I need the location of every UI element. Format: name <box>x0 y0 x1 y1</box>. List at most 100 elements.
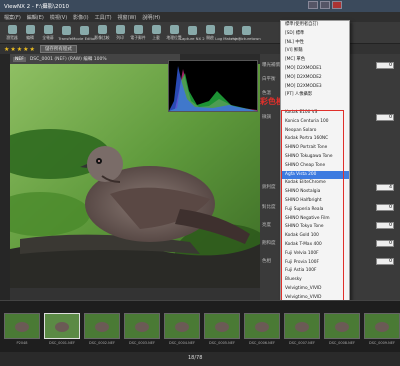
dropdown-item[interactable]: [MO] D2XMODE1 <box>281 65 349 74</box>
minimize-icon[interactable] <box>308 1 318 9</box>
dropdown-item[interactable]: SHINO Tokyo Tone <box>281 223 349 232</box>
dropdown-item[interactable]: Fuji Provia 100F <box>281 259 349 268</box>
picturetown-button[interactable]: my Picturetown <box>231 22 261 44</box>
movie-editor-button[interactable]: Movie Editor <box>72 22 96 44</box>
upload-icon <box>151 25 161 34</box>
dropdown-item[interactable]: SHINO Halfbright <box>281 197 349 206</box>
contrast-input[interactable]: 0 <box>376 204 394 211</box>
dropdown-item[interactable]: Kodak T-Max 400 <box>281 241 349 250</box>
dropdown-item[interactable]: Neopan Solaro <box>281 127 349 136</box>
print-button[interactable]: 列印 <box>111 22 129 44</box>
dropdown-item[interactable]: Kodak Gold 100 <box>281 232 349 241</box>
compare-button[interactable]: 影像比較 <box>93 22 111 44</box>
saturation-input[interactable]: 0 <box>376 240 394 247</box>
dropdown-item[interactable]: [MC] 單色 <box>281 56 349 65</box>
edit-icon <box>25 25 35 34</box>
thumbnail-bird <box>375 322 389 332</box>
menu-window[interactable]: 視窗(W) <box>118 14 137 21</box>
thumbnail-label: DSC_0001.NEF <box>49 341 75 345</box>
thumbnail-bird <box>95 322 109 332</box>
window-titlebar: ViewNX 2 - F:\攝影\2010 <box>0 0 400 12</box>
viewer-statusbar <box>10 288 260 300</box>
exposure-input[interactable]: 0 <box>376 62 394 69</box>
dropdown-item[interactable]: Kodak E100 VS <box>281 109 349 118</box>
window-title: ViewNX 2 - F:\攝影\2010 <box>4 4 69 10</box>
dropdown-item[interactable]: 標準(使用者自訂) <box>281 21 349 30</box>
browser-button[interactable]: 瀏覽器 <box>3 22 21 44</box>
dropdown-item[interactable]: SHINO Portrait Tone <box>281 144 349 153</box>
fullscreen-button[interactable]: 全螢幕 <box>39 22 57 44</box>
transfer-button[interactable]: Transfer <box>57 22 75 44</box>
thumbnail[interactable] <box>124 313 160 339</box>
dropdown-item[interactable]: [MO] D2XMODE3 <box>281 83 349 92</box>
dropdown-item[interactable]: Kodak Portra 160NC <box>281 135 349 144</box>
geotag-button[interactable]: 地理位置 <box>165 22 183 44</box>
maximize-icon[interactable] <box>320 1 330 9</box>
thumbnail-bird <box>215 322 229 332</box>
dropdown-item[interactable]: Fuji Astia 100F <box>281 267 349 276</box>
thumbnail-bird <box>135 322 149 332</box>
save-all-button[interactable]: 儲存所有程式 <box>39 45 77 53</box>
log-matching-button[interactable]: Log Matching <box>215 22 241 44</box>
left-collapsed-panel[interactable] <box>0 54 10 300</box>
thumbnail-label: DSC_0004.NEF <box>169 341 195 345</box>
thumbnail[interactable] <box>284 313 320 339</box>
thumbnail[interactable] <box>324 313 360 339</box>
menu-edit[interactable]: 編輯(E) <box>27 14 44 21</box>
dropdown-item[interactable]: Kodak EliteChrome <box>281 179 349 188</box>
dropdown-item[interactable]: SHINO Negative Film <box>281 215 349 224</box>
thumbnail[interactable] <box>164 313 200 339</box>
menu-tools[interactable]: 工具(T) <box>95 14 112 21</box>
dropdown-item[interactable]: Fuji Velvia 100F <box>281 250 349 259</box>
cloud-icon <box>241 25 251 35</box>
thumbnail-label: DSC_0009.NEF <box>369 341 395 345</box>
thumbnail[interactable] <box>44 313 80 339</box>
menu-help[interactable]: 說明(H) <box>142 14 160 21</box>
capture-nx-button[interactable]: Capture NX 2 <box>179 22 205 44</box>
thumbnail-bird <box>295 322 309 332</box>
dropdown-item[interactable]: Fuji Superia Reala <box>281 206 349 215</box>
dropdown-item[interactable]: Agfa Vista 200 <box>281 170 349 180</box>
thumbnail[interactable] <box>364 313 400 339</box>
thumbnail-label: DSC_0003.NEF <box>129 341 155 345</box>
menu-image[interactable]: 影像(I) <box>73 14 88 21</box>
thumbnail[interactable] <box>84 313 120 339</box>
menu-view[interactable]: 檢視(V) <box>50 14 67 21</box>
close-icon[interactable] <box>332 1 342 9</box>
email-icon <box>133 25 143 34</box>
dropdown-item[interactable]: [SD] 標準 <box>281 30 349 39</box>
thumbnail[interactable] <box>204 313 240 339</box>
dropdown-item[interactable]: [MO] D2XMODE2 <box>281 74 349 83</box>
picture-control-dropdown[interactable]: 標準(使用者自訂) [SD] 標準 [NL] 中性 [VI] 鮮豔 [MC] 單色 [MO… <box>280 20 350 352</box>
open-icon <box>205 25 215 34</box>
dropdown-item[interactable]: [VI] 鮮豔 <box>281 47 349 56</box>
thumbnail[interactable] <box>244 313 280 339</box>
star-icon[interactable]: ★★★★★ <box>4 46 36 53</box>
dropdown-item[interactable]: [NL] 中性 <box>281 39 349 48</box>
thumbnail-bird <box>15 322 29 332</box>
hue-input[interactable]: 0 <box>376 258 394 265</box>
dropdown-item[interactable]: Velvigtimo_VIVID <box>281 285 349 294</box>
dropdown-item[interactable]: [PT] 人像攝影 <box>281 91 349 100</box>
upload-button[interactable]: 上載 <box>147 22 165 44</box>
print-icon <box>115 25 125 34</box>
file-info-bar: NEF DSC_0001 (NEF) (RAW) 編輯 100% <box>10 54 180 64</box>
open-button[interactable]: 開啟 <box>201 22 219 44</box>
dropdown-item[interactable]: Bluesky <box>281 276 349 285</box>
sharpness-input[interactable]: 4 <box>376 184 394 191</box>
thumbnail-label: DSC_0007.NEF <box>289 341 315 345</box>
dropdown-item[interactable]: SHINO Nostalgia <box>281 188 349 197</box>
edit-button[interactable]: 編輯 <box>21 22 39 44</box>
dropdown-item[interactable] <box>281 100 349 109</box>
dropdown-item[interactable]: Konica Centuria 100 <box>281 118 349 127</box>
brightness-input[interactable]: 0 <box>376 222 394 229</box>
thumbnail-bird <box>255 322 269 332</box>
dropdown-item[interactable]: SHINO Tokugawa Tone <box>281 153 349 162</box>
finetune-input[interactable]: 0 <box>376 114 394 121</box>
map-pin-icon <box>169 25 179 34</box>
dropdown-item[interactable]: SHINO Cheap Tone <box>281 162 349 171</box>
email-button[interactable]: 電子郵件 <box>129 22 147 44</box>
thumbnail[interactable] <box>4 313 40 339</box>
histogram-chart <box>168 60 258 112</box>
menu-file[interactable]: 檔案(F) <box>4 14 21 21</box>
